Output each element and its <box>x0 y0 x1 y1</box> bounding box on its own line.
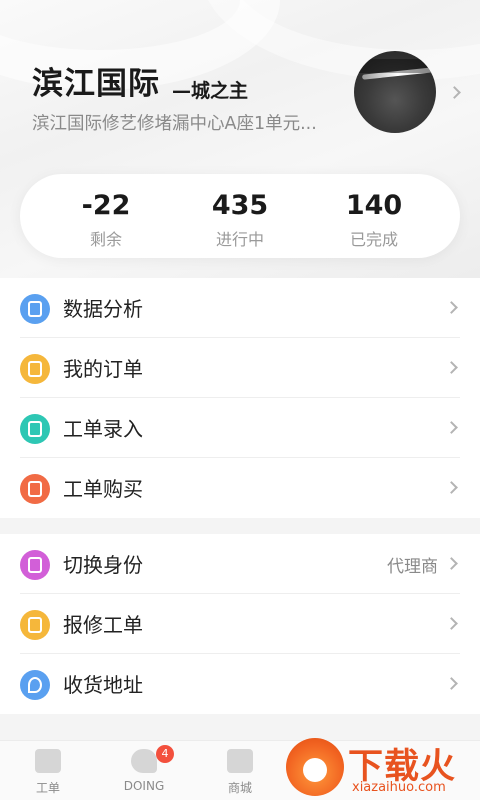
stat-value: 140 <box>345 190 403 221</box>
order-icon <box>20 354 50 384</box>
work-order-icon <box>35 749 61 773</box>
menu-item-label: 切换身份 <box>63 553 143 577</box>
tab-label: DOING <box>123 779 165 793</box>
menu-item-label: 我的订单 <box>63 357 143 381</box>
chevron-right-icon <box>445 361 458 374</box>
stat-label: 剩余 <box>89 230 122 249</box>
chevron-right-icon <box>445 481 458 494</box>
stat-label: 已完成 <box>349 230 398 249</box>
shopping-bag-icon <box>227 749 253 773</box>
chevron-right-icon <box>445 557 458 570</box>
repair-icon <box>20 610 50 640</box>
menu-group-main: 数据分析 我的订单 工单录入 工单购买 <box>0 278 480 518</box>
tab-label: 商城 <box>227 781 252 795</box>
menu-item-my-orders[interactable]: 我的订单 <box>0 338 480 398</box>
chevron-right-icon[interactable] <box>448 86 461 99</box>
tab-mall[interactable]: 商城 <box>192 741 288 800</box>
menu-item-data-analysis[interactable]: 数据分析 <box>0 278 480 338</box>
menu-item-label: 报修工单 <box>63 613 143 637</box>
tab-doing[interactable]: 4 DOING <box>96 741 192 800</box>
chevron-right-icon <box>445 301 458 314</box>
menu-item-work-order-entry[interactable]: 工单录入 <box>0 398 480 458</box>
cart-icon <box>20 474 50 504</box>
menu-item-switch-identity[interactable]: 切换身份 代理商 <box>0 534 480 594</box>
menu-item-repair-orders[interactable]: 报修工单 <box>0 594 480 654</box>
tab-work-order[interactable]: 工单 <box>0 741 96 800</box>
data-analysis-icon <box>20 294 50 324</box>
menu-item-shipping-address[interactable]: 收货地址 <box>0 654 480 714</box>
watermark: 下载火 xiazaihuo.com <box>280 736 480 800</box>
menu-item-label: 工单购买 <box>63 477 143 501</box>
edit-icon <box>20 414 50 444</box>
stat-remaining[interactable]: -22 剩余 <box>36 188 176 250</box>
stat-label: 进行中 <box>215 230 264 249</box>
fire-logo-icon <box>286 738 344 796</box>
stat-value: 435 <box>211 190 269 221</box>
stat-completed[interactable]: 140 已完成 <box>304 188 444 250</box>
stat-in-progress[interactable]: 435 进行中 <box>170 188 310 250</box>
tab-label: 工单 <box>35 781 60 795</box>
stats-card: -22 剩余 435 进行中 140 已完成 <box>20 174 460 258</box>
menu-item-label: 收货地址 <box>63 673 143 697</box>
stat-value: -22 <box>81 190 131 221</box>
profile-title: —城之主 <box>172 80 249 102</box>
chevron-right-icon <box>445 677 458 690</box>
watermark-url: xiazaihuo.com <box>352 780 446 795</box>
doing-icon <box>131 749 157 773</box>
current-identity-value: 代理商 <box>387 557 438 577</box>
location-icon <box>20 670 50 700</box>
menu-item-label: 数据分析 <box>63 297 143 321</box>
menu-group-settings: 切换身份 代理商 报修工单 收货地址 <box>0 534 480 714</box>
profile-name: 滨江国际 <box>32 66 160 102</box>
profile-address: 滨江国际修艺修堵漏中心A座1单元... <box>32 114 317 134</box>
avatar[interactable] <box>354 51 436 133</box>
notification-badge: 4 <box>156 745 174 763</box>
menu-item-label: 工单录入 <box>63 417 143 441</box>
chevron-right-icon <box>445 421 458 434</box>
menu-item-work-order-purchase[interactable]: 工单购买 <box>0 458 480 518</box>
chevron-right-icon <box>445 617 458 630</box>
switch-identity-icon <box>20 550 50 580</box>
